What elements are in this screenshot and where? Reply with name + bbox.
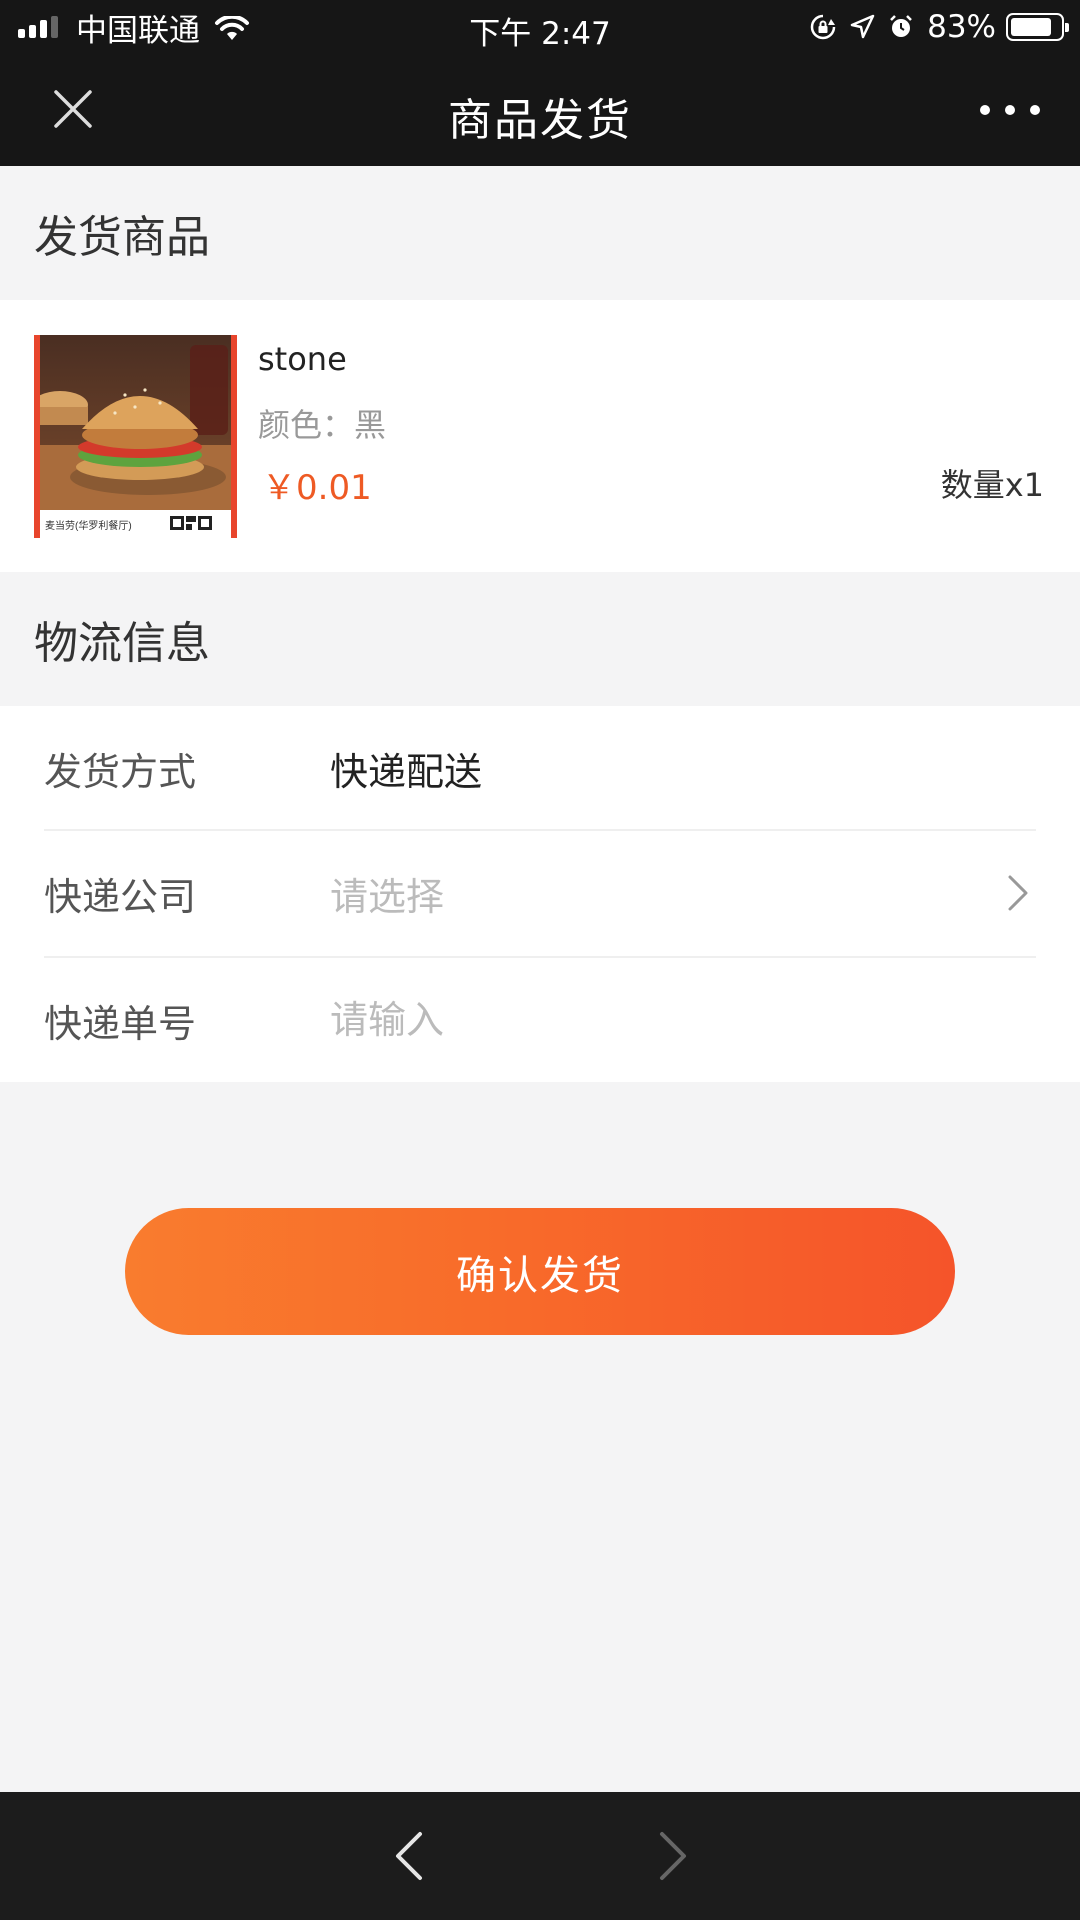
battery-fill — [1011, 18, 1051, 36]
delivery-method-row: 发货方式 快递配送 — [44, 706, 1036, 830]
logistics-form: 发货方式 快递配送 快递公司 请选择 快递单号 — [0, 706, 1080, 1082]
delivery-method-value: 快递配送 — [330, 749, 483, 794]
delivery-method-label: 发货方式 — [44, 749, 197, 794]
tracking-number-row: 快递单号 — [44, 958, 1036, 1082]
product-quantity: 数量x1 — [940, 466, 1044, 504]
nav-bar: 商品发货 — [0, 54, 1080, 166]
close-icon — [54, 90, 92, 128]
more-icon — [980, 105, 990, 115]
product-image: 麦当劳(华罗利餐厅) — [34, 335, 237, 538]
signal-icon — [18, 16, 62, 38]
product-name: stone — [258, 340, 347, 378]
more-button[interactable] — [980, 90, 1040, 130]
forward-arrow-icon — [660, 1832, 686, 1880]
goods-card: 麦当劳(华罗利餐厅) stone 颜色：黑 ￥0.01 数量x1 — [0, 300, 1080, 572]
page-title: 商品发货 — [448, 95, 632, 146]
express-company-label: 快递公司 — [44, 874, 197, 919]
battery-icon — [1006, 13, 1069, 41]
location-icon — [849, 14, 875, 40]
carrier-name: 中国联通 — [76, 12, 200, 49]
battery-percent: 83% — [927, 9, 996, 45]
express-company-select[interactable]: 请选择 — [330, 866, 1000, 921]
rotation-lock-icon — [809, 13, 837, 41]
express-company-row[interactable]: 快递公司 请选择 — [44, 831, 1036, 955]
status-bar: 中国联通 下午 2:47 83% — [0, 0, 1080, 54]
logistics-section-header: 物流信息 — [0, 572, 1080, 706]
wifi-icon — [214, 14, 250, 40]
back-arrow-icon — [396, 1832, 422, 1880]
product-spec: 颜色：黑 — [258, 406, 387, 444]
product-image-caption: 麦当劳(华罗利餐厅) — [45, 519, 132, 532]
forward-button[interactable] — [648, 1828, 698, 1884]
tracking-number-input[interactable] — [330, 990, 1036, 1050]
close-button[interactable] — [48, 84, 98, 134]
alarm-icon — [887, 13, 915, 41]
goods-section-header: 发货商品 — [0, 166, 1080, 300]
confirm-shipment-button[interactable]: 确认发货 — [125, 1208, 955, 1335]
product-price: ￥0.01 — [262, 468, 372, 508]
status-right: 83% — [809, 0, 1069, 54]
chevron-right-icon — [1000, 873, 1036, 913]
browser-bottom-bar — [0, 1792, 1080, 1920]
status-left: 中国联通 — [18, 0, 250, 54]
tracking-number-label: 快递单号 — [44, 1001, 197, 1046]
back-button[interactable] — [384, 1828, 434, 1884]
